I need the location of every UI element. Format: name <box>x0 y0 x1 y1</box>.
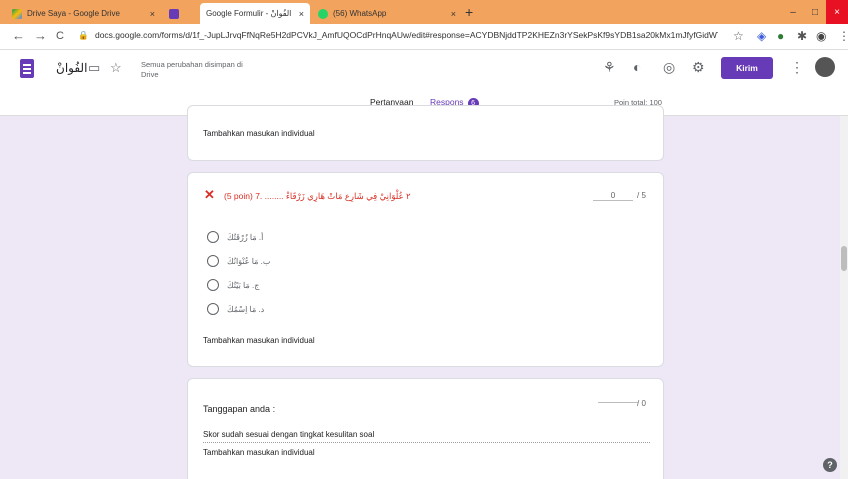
tab-whatsapp[interactable]: (56) WhatsApp × <box>312 3 462 24</box>
star-icon[interactable]: ☆ <box>110 60 122 76</box>
option-a: أ. مَا زُرْقَتُكَ <box>207 231 263 243</box>
score-input[interactable]: 0 <box>593 191 633 201</box>
tab-forms[interactable]: Google Formulir - الفُوانْ × <box>200 3 310 24</box>
address-bar: ← → C 🔒 docs.google.com/forms/d/1f_-JupL… <box>0 24 848 50</box>
page-scrollbar[interactable] <box>840 116 848 479</box>
tab-forms-icon-only[interactable] <box>163 3 183 24</box>
send-button[interactable]: Kirim <box>721 57 773 79</box>
option-b: ب. مَا عُنْوَانُكَ <box>207 255 270 267</box>
forward-button[interactable]: → <box>34 28 47 43</box>
avatar[interactable] <box>815 57 835 77</box>
add-feedback-link[interactable]: Tambahkan masukan individual <box>203 448 315 457</box>
response-card-previous: Tambahkan masukan individual <box>187 105 664 161</box>
option-label: ب. مَا عُنْوَانُكَ <box>227 256 271 266</box>
puzzle-icon[interactable]: ✱ <box>797 29 807 43</box>
help-icon[interactable]: ? <box>823 458 837 472</box>
close-window-button[interactable]: × <box>826 0 848 24</box>
question-text: (5 poin) ٢ عُلْوَانِيْ فِي شَارِع مَاتْ … <box>224 191 411 201</box>
form-title[interactable]: الفُوانْ <box>56 61 87 75</box>
more-options-icon[interactable]: ⋮ <box>790 59 804 76</box>
option-label: د. مَا اِسْمُكَ <box>227 304 265 314</box>
option-c: ج. مَا بَيْتُكَ <box>207 279 259 291</box>
radio-icon <box>207 231 219 243</box>
response-card-question-7: ✕ (5 poin) ٢ عُلْوَانِيْ فِي شَارِع مَات… <box>187 172 664 367</box>
browser-tab-bar: Drive Saya - Google Drive × Google Formu… <box>0 0 848 24</box>
back-button[interactable]: ← <box>12 28 25 43</box>
tab-forms-close-icon[interactable]: × <box>299 9 304 19</box>
forms-icon <box>169 8 179 19</box>
extension-icon[interactable]: ● <box>777 29 784 43</box>
option-label: ج. مَا بَيْتُكَ <box>227 280 260 290</box>
tab-whatsapp-close-icon[interactable]: × <box>451 9 456 19</box>
radio-icon <box>207 255 219 267</box>
addon-icon[interactable]: ⚘ <box>603 59 616 76</box>
drive-icon <box>12 8 22 19</box>
preview-eye-icon[interactable]: ◎ <box>663 59 675 76</box>
radio-icon <box>207 303 219 315</box>
folder-icon[interactable]: ▭ <box>88 60 100 76</box>
tab-drive-title: Drive Saya - Google Drive <box>27 9 120 18</box>
add-feedback-link[interactable]: Tambahkan masukan individual <box>203 336 315 345</box>
browser-menu-icon[interactable]: ⋮ <box>838 29 848 43</box>
url-text: docs.google.com/forms/d/1f_-JupLJrvqFfNq… <box>94 30 718 40</box>
google-forms-icon[interactable] <box>20 59 34 78</box>
score-input[interactable] <box>598 402 638 403</box>
option-d: د. مَا اِسْمُكَ <box>207 303 264 315</box>
tab-whatsapp-title: (56) WhatsApp <box>333 9 387 18</box>
save-status: Semua perubahan disimpan di Drive <box>141 60 243 79</box>
option-label: أ. مَا زُرْقَتُكَ <box>227 232 264 242</box>
response-card-comment: Tanggapan anda : / 0 Skor sudah sesuai d… <box>187 378 664 479</box>
whatsapp-icon <box>318 8 328 19</box>
tab-drive[interactable]: Drive Saya - Google Drive × <box>6 3 161 24</box>
lock-icon: 🔒 <box>78 30 89 40</box>
maximize-button[interactable]: □ <box>804 0 826 24</box>
shield-extension-icon[interactable]: ◈ <box>757 29 766 43</box>
palette-icon[interactable]: ◐ <box>633 59 641 75</box>
reload-button[interactable]: C <box>56 30 64 42</box>
add-feedback-link[interactable]: Tambahkan masukan individual <box>203 129 315 138</box>
url-field[interactable]: 🔒 docs.google.com/forms/d/1f_-JupLJrvqFf… <box>78 30 718 41</box>
score-max: / 0 <box>637 399 646 408</box>
tab-drive-close-icon[interactable]: × <box>150 9 155 19</box>
new-tab-button[interactable]: + <box>465 4 473 20</box>
radio-icon <box>207 279 219 291</box>
incorrect-icon: ✕ <box>204 187 215 202</box>
profile-icon[interactable]: ◉ <box>816 29 826 43</box>
settings-gear-icon[interactable]: ⚙ <box>692 59 705 76</box>
tab-forms-title: Google Formulir - الفُوانْ <box>206 9 292 18</box>
minimize-button[interactable]: – <box>782 0 804 24</box>
scrollbar-thumb[interactable] <box>841 246 847 271</box>
bookmark-star-icon[interactable]: ☆ <box>733 29 744 43</box>
score-max: / 5 <box>637 191 646 200</box>
response-label: Tanggapan anda : <box>203 404 276 414</box>
response-comment[interactable]: Skor sudah sesuai dengan tingkat kesulit… <box>203 430 650 443</box>
